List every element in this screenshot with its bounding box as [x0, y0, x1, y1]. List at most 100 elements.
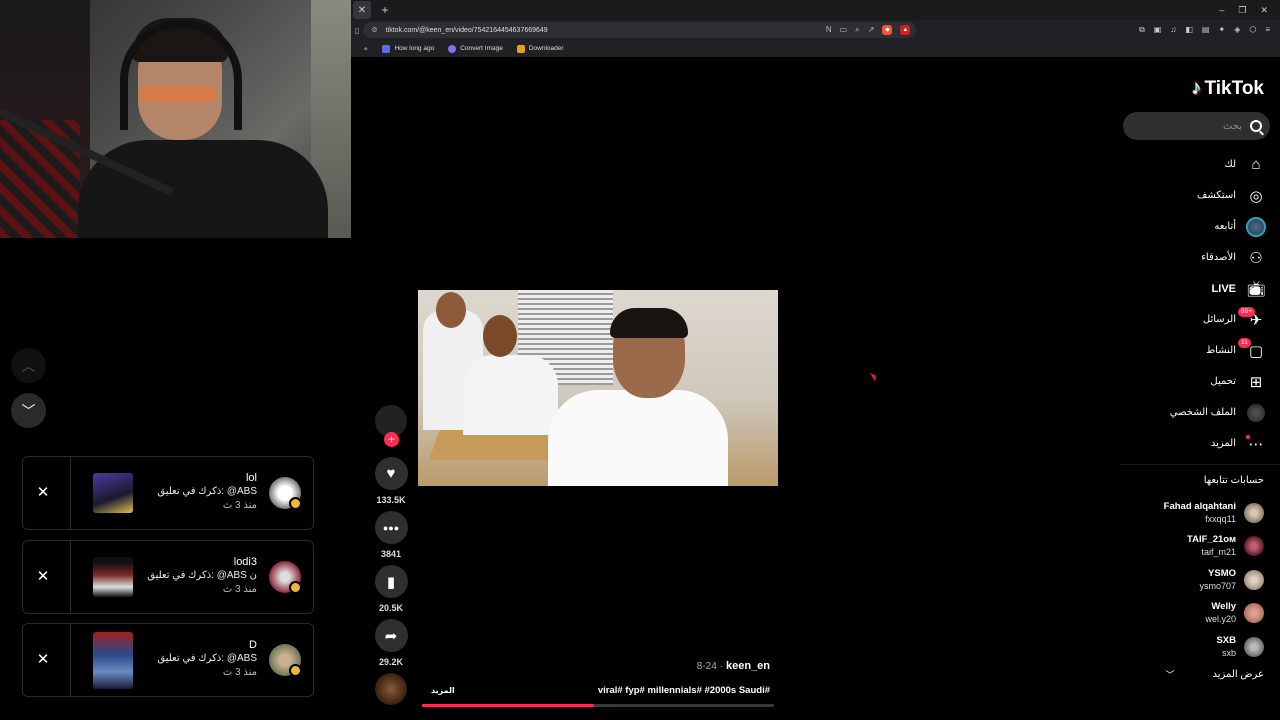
- video-progress-fill: [422, 704, 595, 707]
- wallet-icon[interactable]: ◈: [1234, 25, 1240, 35]
- creator-avatar[interactable]: +: [375, 405, 407, 447]
- bookmark-how-long-ago[interactable]: How long ago: [382, 44, 434, 53]
- more-dots-icon: ⋯: [1246, 434, 1266, 454]
- list-item[interactable]: Welly wel.y20: [1114, 597, 1264, 631]
- sidebar-item-messages[interactable]: الرسائل ✈ 99+: [1116, 304, 1266, 335]
- screenshot-icon[interactable]: ▣: [1154, 25, 1162, 35]
- search-input[interactable]: بحث: [1123, 112, 1270, 140]
- site-info-icon[interactable]: ⚙: [371, 26, 377, 34]
- following-avatar-icon: [1246, 216, 1266, 237]
- minimize-icon[interactable]: –: [1219, 5, 1224, 16]
- restore-icon[interactable]: ❐: [1238, 5, 1246, 16]
- comment-button[interactable]: ●●● 3841: [373, 511, 409, 565]
- list-item[interactable]: YSMO ysmo707: [1114, 563, 1264, 597]
- follow-plus-icon[interactable]: +: [384, 432, 399, 447]
- sidebar-item-upload[interactable]: تحميل ⊞: [1116, 366, 1266, 397]
- notification-message: ذكرك في تعليق: @ABS ن: [147, 570, 257, 581]
- bookmark-icon[interactable]: ▮: [374, 565, 408, 598]
- notification-thumbnail[interactable]: [93, 632, 133, 689]
- close-icon[interactable]: ✕: [35, 650, 51, 668]
- close-icon[interactable]: ✕: [35, 483, 51, 501]
- music-icon[interactable]: ♫: [1170, 25, 1176, 35]
- friends-icon: ⚇: [1249, 249, 1263, 267]
- coin-badge-icon: [289, 581, 302, 594]
- coin-badge-icon: [289, 497, 302, 510]
- comment-icon[interactable]: ●●●: [374, 511, 408, 544]
- bookmark-page-icon[interactable]: ▯: [355, 26, 359, 35]
- brave-rewards-icon[interactable]: ▲: [900, 25, 911, 35]
- notification-thumbnail[interactable]: [93, 473, 133, 513]
- video-author[interactable]: keen_en: [726, 660, 770, 672]
- list-item[interactable]: SXB sxb: [1114, 630, 1264, 664]
- notification-user: lodi3: [233, 556, 257, 568]
- sidebar-item-live[interactable]: LIVE 📺︎: [1116, 273, 1266, 304]
- extension-puzzle-icon[interactable]: ⧉: [1139, 25, 1145, 35]
- sidebar-item-profile[interactable]: الملف الشخصي: [1116, 397, 1266, 428]
- search-icon[interactable]: [1250, 120, 1262, 132]
- home-icon: ⌂: [1251, 156, 1261, 173]
- zoom-icon[interactable]: ⌕: [855, 25, 859, 35]
- like-button[interactable]: ♥ 133.5K: [373, 457, 409, 511]
- bookmark-downloader[interactable]: Downloader: [516, 44, 564, 53]
- notification-text: lodi3 ذكرك في تعليق: @ABS ن منذ 3 ث: [147, 555, 257, 597]
- tab-close-button[interactable]: ✕: [353, 1, 371, 19]
- vpn-icon[interactable]: ⬡: [1249, 25, 1256, 35]
- following-accounts-title: حسابات تتابعها: [1203, 475, 1264, 486]
- show-more-button[interactable]: ﹀ عرض المزيد: [1165, 668, 1264, 681]
- bookmark-convert-image[interactable]: Convert Image: [448, 44, 503, 53]
- sidebar-item-activity[interactable]: النشاط ▢ 11: [1116, 335, 1266, 366]
- sidebar-item-friends[interactable]: الأصدقاء ⚇: [1116, 242, 1266, 273]
- share-icon[interactable]: ➦: [374, 619, 408, 652]
- messages-icon: ✈ 99+: [1238, 306, 1266, 330]
- tiktok-sidebar: ♪ TikTok بحث لك ⌂ استكشف ◎ أتابعه الأصدق…: [1110, 57, 1280, 720]
- video-player[interactable]: [418, 290, 778, 486]
- list-item[interactable]: Fahad alqahtani fxxqq11: [1114, 496, 1264, 530]
- save-button[interactable]: ▮ 20.5K: [373, 565, 409, 619]
- notification-card[interactable]: ✕ lol ذكرك في تعليق: @ABS منذ 3 ث: [22, 456, 314, 530]
- sidebar-nav: لك ⌂ استكشف ◎ أتابعه الأصدقاء ⚇ LIVE 📺︎ …: [1116, 149, 1266, 459]
- music-disc[interactable]: [375, 673, 407, 705]
- action-bar: + ♥ 133.5K ●●● 3841 ▮ 20.5K ➦ 29.2K: [373, 405, 409, 705]
- sidebar-item-more[interactable]: المزيد ⋯: [1116, 428, 1266, 459]
- address-icons: N ▭ ⌕ ↗ ◆ ▲: [826, 25, 917, 35]
- caption-more-button[interactable]: المزيد: [431, 686, 455, 695]
- notification-card[interactable]: ✕ D ذكرك في تعليق: @ABS منذ 3 ث: [22, 623, 314, 697]
- tiktok-logo[interactable]: ♪ TikTok: [1192, 77, 1264, 100]
- share-page-icon[interactable]: ↗: [868, 25, 875, 35]
- next-video-button[interactable]: ﹀: [11, 393, 46, 428]
- avatar: [1244, 536, 1264, 557]
- video-progress-bar[interactable]: [422, 704, 774, 707]
- sidebar-item-for-you[interactable]: لك ⌂: [1116, 149, 1266, 180]
- cast-icon[interactable]: ▭: [840, 25, 848, 35]
- address-bar[interactable]: ⚙ tiktok.com/@keen_en/video/754216445463…: [363, 22, 917, 38]
- video-caption: viral# fyp# millennials# #2000s Saudi#: [597, 685, 770, 696]
- divider: [70, 541, 71, 613]
- profile-avatar-icon: [1247, 403, 1265, 422]
- menu-icon[interactable]: ≡: [1265, 25, 1270, 35]
- ai-sparkle-icon[interactable]: ✦: [1218, 25, 1225, 35]
- notification-user: D: [249, 639, 257, 651]
- sidebar-item-following[interactable]: أتابعه: [1116, 211, 1266, 242]
- notification-card[interactable]: ✕ lodi3 ذكرك في تعليق: @ABS ن منذ 3 ث: [22, 540, 314, 614]
- activity-icon: ▢ 11: [1238, 337, 1266, 361]
- close-window-icon[interactable]: ✕: [1260, 5, 1268, 16]
- following-list: Fahad alqahtani fxxqq11 TAIF_21ом taif_m21…: [1114, 496, 1264, 664]
- notification-thumbnail[interactable]: [93, 557, 133, 597]
- heart-icon[interactable]: ♥: [374, 457, 408, 490]
- share-button[interactable]: ➦ 29.2K: [373, 619, 409, 673]
- like-count: 133.5K: [376, 495, 406, 505]
- brave-shield-icon[interactable]: ◆: [882, 25, 893, 35]
- previous-video-button[interactable]: ︿: [11, 348, 46, 383]
- new-tab-button[interactable]: +: [377, 2, 393, 18]
- reading-list-icon[interactable]: ▤: [1202, 25, 1210, 35]
- avatar: [1244, 603, 1264, 624]
- sidebar-item-explore[interactable]: استكشف ◎: [1116, 180, 1266, 211]
- bookmarks-app-icon[interactable]: ⚭: [363, 45, 368, 53]
- divider: [70, 624, 71, 696]
- notification-time: منذ 3 ث: [222, 584, 257, 595]
- translate-icon[interactable]: N: [826, 25, 832, 35]
- live-tv-icon: 📺︎: [1246, 280, 1266, 298]
- sidebar-toggle-icon[interactable]: ◧: [1185, 25, 1193, 35]
- close-icon[interactable]: ✕: [35, 567, 51, 585]
- list-item[interactable]: TAIF_21ом taif_m21: [1114, 530, 1264, 564]
